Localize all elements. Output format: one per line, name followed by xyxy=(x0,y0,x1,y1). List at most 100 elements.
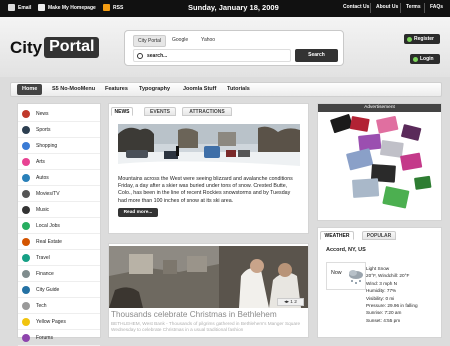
contact-us-link[interactable]: Contact Us xyxy=(343,4,369,10)
tab-weather[interactable]: WEATHER xyxy=(320,231,354,240)
snow-cloud-icon xyxy=(349,270,363,284)
weather-pressure: Pressure: 29.96 in falling xyxy=(366,303,418,309)
search-placeholder: search... xyxy=(147,53,168,59)
sidebar-item-shopping[interactable]: Shopping xyxy=(18,138,100,154)
tab-popular[interactable]: POPULAR xyxy=(362,231,396,240)
search-input[interactable]: search... xyxy=(133,49,291,62)
register-button[interactable]: Register xyxy=(404,34,440,44)
site-logo[interactable]: City Portal xyxy=(10,37,100,58)
tab-news[interactable]: NEWS xyxy=(111,107,133,116)
news-line: Friday, a day after a skier was buried u… xyxy=(118,183,288,190)
shopping-icon xyxy=(22,141,30,150)
sidebar-item-label: Finance xyxy=(36,270,54,277)
tab-attractions[interactable]: ATTRACTIONS xyxy=(182,107,232,116)
autos-icon xyxy=(22,173,30,182)
sidebar-item-music[interactable]: Music xyxy=(18,202,100,218)
nav-features[interactable]: Features xyxy=(105,83,128,96)
weather-now-panel: Now xyxy=(326,262,366,290)
register-icon xyxy=(407,36,412,42)
sidebar-item-label: Movies/TV xyxy=(36,190,60,197)
sidebar-item-travel[interactable]: Travel xyxy=(18,250,100,266)
current-date: Sunday, January 18, 2009 xyxy=(188,3,279,12)
terms-link[interactable]: Terms xyxy=(406,4,421,10)
sidebar-item-forums[interactable]: Forums xyxy=(18,330,100,346)
sidebar-item-label: Autos xyxy=(36,174,49,181)
sidebar-item-sports[interactable]: Sports xyxy=(18,122,100,138)
sidebar-item-autos[interactable]: Autos xyxy=(18,170,100,186)
sidebar-item-news[interactable]: News xyxy=(18,106,100,122)
jobs-icon xyxy=(22,221,30,230)
login-button[interactable]: Login xyxy=(410,54,440,64)
nav-home[interactable]: Home xyxy=(17,84,43,95)
movies-icon xyxy=(22,189,30,198)
register-label: Register xyxy=(414,36,435,42)
category-sidebar: News Sports Shopping Arts Autos Movies/TV Musi… xyxy=(17,103,101,346)
weather-condition: Light Snow xyxy=(366,266,390,271)
rss-icon xyxy=(103,4,110,11)
sidebar-item-tech[interactable]: Tech xyxy=(18,298,100,314)
news-module: NEWS EVENTS ATTRACTIONS Mountains across… xyxy=(108,103,309,234)
advertisement-box: Advertisement xyxy=(317,103,442,221)
nav-joomla-stuff[interactable]: Joomla Stuff xyxy=(183,83,216,96)
tech-icon xyxy=(22,301,30,310)
sidebar-item-city-guide[interactable]: City Guide xyxy=(18,282,100,298)
about-us-link[interactable]: About Us xyxy=(376,4,398,10)
sidebar-item-real-estate[interactable]: Real Estate xyxy=(18,234,100,250)
news-line: had more than 100 inches of snow at its … xyxy=(118,197,234,204)
pager-arrows-icon[interactable]: ◂▸ xyxy=(284,300,289,305)
sidebar-item-yellow-pages[interactable]: Yellow Pages xyxy=(18,314,100,330)
search-tab-city-portal[interactable]: City Portal xyxy=(133,35,167,47)
weather-module: WEATHER POPULAR Accord, NY, US Now Light… xyxy=(317,227,442,338)
search-button[interactable]: Search xyxy=(295,49,338,62)
weather-sunset: Sunset: 4:55 pm xyxy=(366,317,401,323)
logo-portal: Portal xyxy=(44,37,100,58)
read-more-button[interactable]: Read more... xyxy=(118,208,158,217)
sidebar-item-local-jobs[interactable]: Local Jobs xyxy=(18,218,100,234)
arts-icon xyxy=(22,157,30,166)
sidebar-item-arts[interactable]: Arts xyxy=(18,154,100,170)
sidebar-item-label: Shopping xyxy=(36,142,58,149)
nav-typography[interactable]: Typography xyxy=(139,83,170,96)
weather-humidity: Humidity: 77% xyxy=(366,288,397,294)
weather-now-label: Now xyxy=(331,270,342,276)
nav-s5-no-moomenu[interactable]: S5 No-MooMenu xyxy=(52,83,95,96)
faqs-link[interactable]: FAQs xyxy=(430,4,443,10)
sidebar-item-movies-tv[interactable]: Movies/TV xyxy=(18,186,100,202)
search-tab-yahoo[interactable]: Yahoo xyxy=(197,35,219,45)
sidebar-item-label: Yellow Pages xyxy=(36,318,66,325)
sidebar-item-label: News xyxy=(36,110,49,117)
email-icon xyxy=(8,4,15,11)
featured-title[interactable]: Thousands celebrate Christmas in Bethleh… xyxy=(111,310,277,319)
news-line: Colo., has been in the line of recent Ro… xyxy=(118,190,291,197)
sidebar-item-label: Music xyxy=(36,206,50,213)
make-homepage-link[interactable]: Make My Homepage xyxy=(38,4,96,11)
yellowpages-icon xyxy=(22,317,30,326)
sidebar-item-label: Local Jobs xyxy=(36,222,60,229)
pager-pages: 1 2 xyxy=(290,300,297,305)
realestate-icon xyxy=(22,237,30,246)
email-link[interactable]: Email xyxy=(8,4,31,11)
advertisement-label: Advertisement xyxy=(318,104,441,112)
tab-events[interactable]: EVENTS xyxy=(144,107,176,116)
weather-sunrise: Sunrise: 7:20 am xyxy=(366,310,402,316)
login-icon xyxy=(413,56,418,62)
rss-label: RSS xyxy=(113,4,124,11)
top-bar: Email Make My Homepage RSS Sunday, Janua… xyxy=(0,0,450,17)
sidebar-item-label: Sports xyxy=(36,126,51,133)
slideshow-pager[interactable]: ◂▸ 1 2 xyxy=(277,298,304,306)
laptops-ad-image[interactable] xyxy=(322,114,437,219)
news-line: Mountains across the West were seeing bl… xyxy=(118,176,293,182)
weather-details: Light Snow 20°F, Windchill: 20°F Wind: 3… xyxy=(366,265,418,324)
sidebar-item-label: Tech xyxy=(36,302,47,309)
finance-icon xyxy=(22,269,30,278)
sidebar-item-finance[interactable]: Finance xyxy=(18,266,100,282)
news-icon xyxy=(22,109,30,118)
music-icon xyxy=(22,205,30,214)
nav-tutorials[interactable]: Tutorials xyxy=(227,83,250,96)
rss-link[interactable]: RSS xyxy=(103,4,123,11)
weather-visibility: Visibility: 0 mi xyxy=(366,295,395,301)
divider xyxy=(424,3,425,13)
search-tab-google[interactable]: Google xyxy=(168,35,192,45)
login-label: Login xyxy=(420,56,434,62)
news-story: Mountains across the West were seeing bl… xyxy=(118,176,306,205)
